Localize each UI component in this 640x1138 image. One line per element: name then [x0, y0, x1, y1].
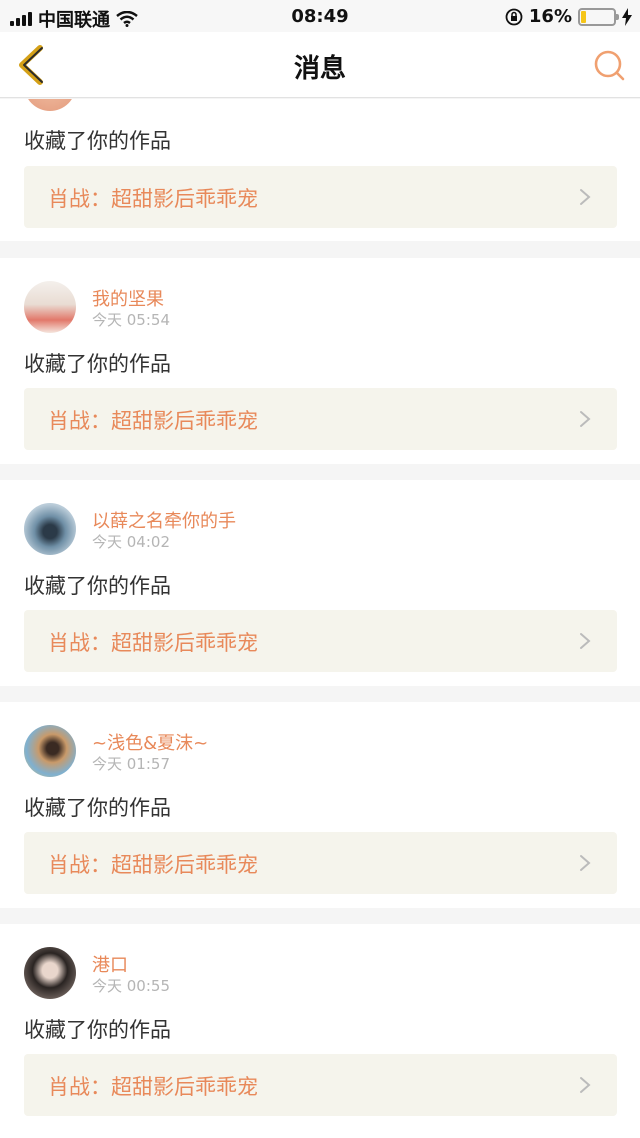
work-link[interactable]: 肖战：超甜影后乖乖宠: [24, 610, 617, 672]
message-item: ~浅色&夏沫~ 今天 01:57 收藏了你的作品 肖战：超甜影后乖乖宠: [0, 702, 640, 908]
chevron-right-icon: [580, 189, 591, 205]
work-title: 肖战：超甜影后乖乖宠: [48, 853, 258, 877]
chevron-right-icon: [580, 633, 591, 649]
battery-fill: [581, 10, 586, 23]
avatar[interactable]: [24, 99, 76, 111]
timestamp: 今天 01:57: [92, 755, 170, 773]
work-link[interactable]: 肖战：超甜影后乖乖宠: [24, 388, 617, 450]
chevron-right-icon: [580, 411, 591, 427]
message-item: 以薛之名牵你的手 今天 04:02 收藏了你的作品 肖战：超甜影后乖乖宠: [0, 480, 640, 686]
avatar[interactable]: [24, 947, 76, 999]
work-link[interactable]: 肖战：超甜影后乖乖宠: [24, 166, 617, 228]
message-action: 收藏了你的作品: [24, 1018, 171, 1042]
timestamp: 今天 00:55: [92, 977, 170, 995]
orientation-lock-icon: [505, 8, 523, 25]
message-list[interactable]: 收藏了你的作品 肖战：超甜影后乖乖宠 我的坚果 今天 05:54 收藏了你的作品…: [0, 99, 640, 1138]
username[interactable]: 港口: [92, 951, 128, 977]
avatar[interactable]: [24, 503, 76, 555]
message-action: 收藏了你的作品: [24, 796, 171, 820]
message-action: 收藏了你的作品: [24, 352, 171, 376]
message-item: 我的坚果 今天 05:54 收藏了你的作品 肖战：超甜影后乖乖宠: [0, 258, 640, 464]
username[interactable]: 我的坚果: [92, 285, 164, 311]
charging-icon: [622, 7, 632, 26]
status-bar: 中国联通 08:49 16%: [0, 0, 640, 32]
chevron-right-icon: [580, 1077, 591, 1093]
work-title: 肖战：超甜影后乖乖宠: [48, 187, 258, 211]
message-item: 港口 今天 00:55 收藏了你的作品 肖战：超甜影后乖乖宠: [0, 924, 640, 1138]
work-title: 肖战：超甜影后乖乖宠: [48, 631, 258, 655]
work-title: 肖战：超甜影后乖乖宠: [48, 1075, 258, 1099]
chevron-right-icon: [580, 855, 591, 871]
username[interactable]: 以薛之名牵你的手: [92, 507, 236, 533]
avatar[interactable]: [24, 281, 76, 333]
work-title: 肖战：超甜影后乖乖宠: [48, 409, 258, 433]
search-icon[interactable]: [592, 48, 626, 82]
username[interactable]: ~浅色&夏沫~: [92, 729, 208, 755]
battery-percent: 16%: [528, 6, 572, 27]
timestamp: 今天 04:02: [92, 533, 170, 551]
timestamp: 今天 05:54: [92, 311, 170, 329]
page-title: 消息: [293, 54, 346, 84]
work-link[interactable]: 肖战：超甜影后乖乖宠: [24, 832, 617, 894]
nav-bar: 消息: [0, 32, 640, 98]
work-link[interactable]: 肖战：超甜影后乖乖宠: [24, 1054, 617, 1116]
message-action: 收藏了你的作品: [24, 574, 171, 598]
avatar[interactable]: [24, 725, 76, 777]
message-item: 收藏了你的作品 肖战：超甜影后乖乖宠: [0, 99, 640, 241]
status-right: 16%: [505, 6, 632, 27]
message-action: 收藏了你的作品: [24, 129, 171, 153]
battery-icon: [578, 7, 619, 26]
